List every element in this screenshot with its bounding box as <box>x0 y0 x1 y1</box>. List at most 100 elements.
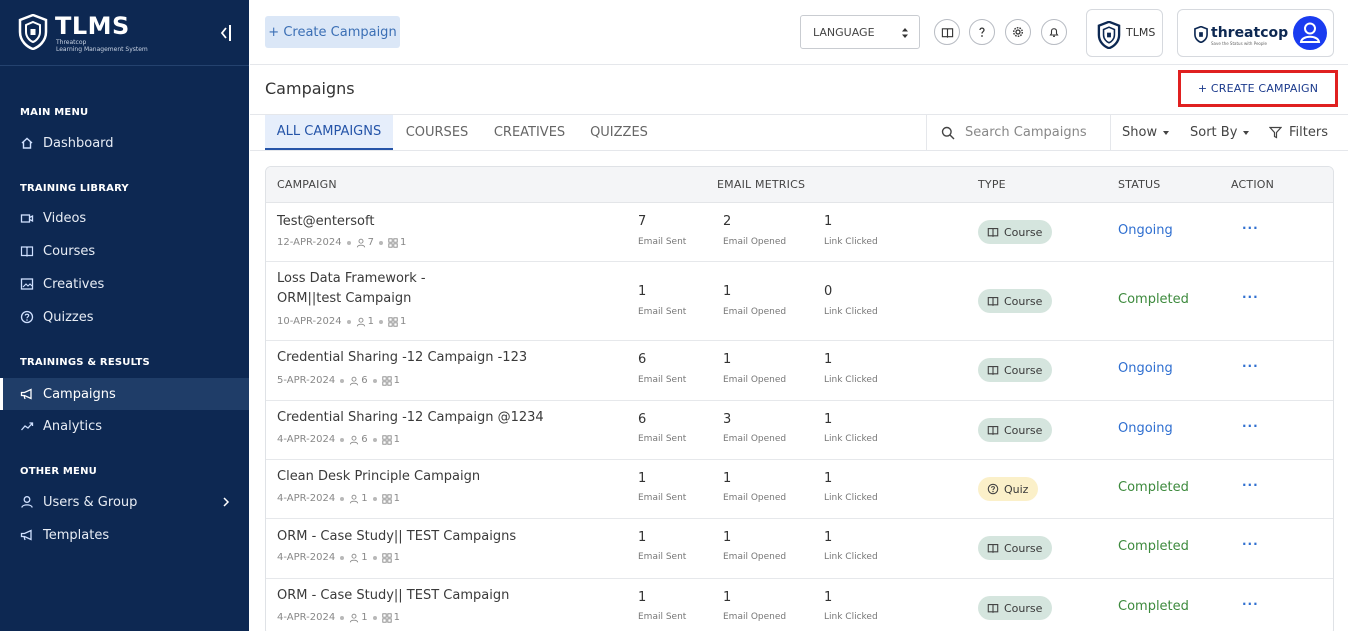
group-grid-icon <box>381 612 392 623</box>
group-count: 1 <box>399 237 407 248</box>
user-count: 1 <box>367 316 374 327</box>
avatar[interactable] <box>1293 16 1327 50</box>
campaign-name[interactable]: Clean Desk Principle Campaign <box>277 467 607 487</box>
sidebar-item-label: Courses <box>43 243 96 259</box>
user-icon <box>350 553 359 562</box>
separator-dot <box>372 555 377 560</box>
campaign-date: 10-APR-2024 <box>277 316 342 327</box>
help-button[interactable] <box>969 19 995 45</box>
sort-dropdown[interactable]: Sort By <box>1190 115 1250 150</box>
sidebar-item-quizzes[interactable]: Quizzes <box>0 301 249 333</box>
filters-button[interactable]: Filters <box>1269 115 1328 150</box>
table-row[interactable]: Loss Data Framework - ORM||test Campaign… <box>266 262 1333 341</box>
tab-courses[interactable]: COURSES <box>393 115 481 150</box>
collapse-sidebar-icon[interactable] <box>218 22 234 44</box>
table-row[interactable]: Credential Sharing -12 Campaign @1234 4-A… <box>266 401 1333 460</box>
notifications-button[interactable] <box>1041 19 1067 45</box>
email-sent-label: Email Sent <box>638 434 687 444</box>
show-dropdown[interactable]: Show <box>1122 115 1170 150</box>
sidebar-item-creatives[interactable]: Creatives <box>0 268 249 300</box>
group-count: 1 <box>393 612 400 623</box>
email-sent-value: 1 <box>638 284 647 299</box>
group-count: 1 <box>393 552 400 563</box>
row-actions-menu[interactable]: ··· <box>1242 221 1259 235</box>
table-row[interactable]: ORM - Case Study|| TEST Campaigns 4-APR-2… <box>266 519 1333 579</box>
group-count: 1 <box>393 375 400 386</box>
account-menu[interactable]: threatcop Save the Status with People <box>1177 9 1334 57</box>
campaign-name[interactable]: ORM - Case Study|| TEST Campaign <box>277 586 607 606</box>
type-badge: Quiz <box>978 477 1039 501</box>
campaign-name[interactable]: Loss Data Framework - ORM||test Campaign <box>277 269 492 309</box>
campaign-meta: 4-APR-2024 1 1 <box>277 552 400 563</box>
link-clicked-value: 1 <box>824 352 833 367</box>
filters-label: Filters <box>1289 125 1328 140</box>
caret-down-icon <box>1243 130 1250 135</box>
table-row[interactable]: Clean Desk Principle Campaign 4-APR-2024 1… <box>266 460 1333 519</box>
sidebar-item-dashboard[interactable]: Dashboard <box>0 127 249 159</box>
type-label: Course <box>1004 601 1043 615</box>
row-actions-menu[interactable]: ··· <box>1242 597 1259 611</box>
user-icon <box>350 613 359 622</box>
campaign-name[interactable]: Credential Sharing -12 Campaign @1234 <box>277 408 607 428</box>
sidebar-item-users-group[interactable]: Users & Group <box>0 486 249 518</box>
tlms-switch[interactable]: TLMS <box>1086 9 1163 57</box>
separator-dot <box>372 437 377 442</box>
language-select[interactable]: LANGUAGE <box>800 15 920 49</box>
email-sent-label: Email Sent <box>638 552 687 562</box>
group-grid-icon <box>381 552 392 563</box>
gear-icon <box>1012 26 1024 38</box>
sidebar-item-courses[interactable]: Courses <box>0 235 249 267</box>
tab-creatives[interactable]: CREATIVES <box>481 115 578 150</box>
campaign-meta: 4-APR-2024 1 1 <box>277 493 400 504</box>
row-actions-menu[interactable]: ··· <box>1242 419 1259 433</box>
question-icon <box>979 27 985 37</box>
sidebar-item-analytics[interactable]: Analytics <box>0 410 249 442</box>
email-opened-value: 1 <box>723 284 732 299</box>
link-clicked-value: 1 <box>824 471 833 486</box>
type-label: Course <box>1004 294 1043 308</box>
sidebar-item-campaigns[interactable]: Campaigns <box>0 378 249 410</box>
guide-book-button[interactable] <box>934 19 960 45</box>
group-grid-icon <box>381 375 392 386</box>
tlms-label: TLMS <box>1126 26 1156 39</box>
link-clicked-value: 1 <box>824 590 833 605</box>
campaign-meta: 12-APR-2024 7 1 <box>277 237 406 248</box>
type-badge: Course <box>978 418 1053 442</box>
table-row[interactable]: Test@entersoft 12-APR-2024 7 1 7 Email Sent 2 E… <box>266 203 1333 262</box>
group-grid-icon <box>381 434 392 445</box>
campaign-name[interactable]: Test@entersoft <box>277 212 607 232</box>
campaign-name[interactable]: Credential Sharing -12 Campaign -123 <box>277 348 607 368</box>
tab-quizzes[interactable]: QUIZZES <box>578 115 660 150</box>
book-icon <box>987 604 999 614</box>
search-input[interactable] <box>965 125 1095 140</box>
megaphone-icon <box>20 529 32 541</box>
separator-dot <box>346 319 351 324</box>
row-actions-menu[interactable]: ··· <box>1242 290 1259 304</box>
separator-dot <box>372 615 377 620</box>
campaign-meta: 4-APR-2024 6 1 <box>277 434 400 445</box>
table-row[interactable]: Credential Sharing -12 Campaign -123 5-AP… <box>266 341 1333 401</box>
create-campaign-button[interactable]: + CREATE CAMPAIGN <box>1178 70 1338 107</box>
tab-all-campaigns[interactable]: ALL CAMPAIGNS <box>265 115 393 150</box>
sidebar-item-videos[interactable]: Videos <box>0 202 249 234</box>
email-opened-value: 1 <box>723 352 732 367</box>
campaign-date: 5-APR-2024 <box>277 375 336 386</box>
type-label: Course <box>1004 423 1043 437</box>
campaign-name[interactable]: ORM - Case Study|| TEST Campaigns <box>277 527 607 547</box>
row-actions-menu[interactable]: ··· <box>1242 478 1259 492</box>
link-clicked-value: 1 <box>824 530 833 545</box>
email-sent-label: Email Sent <box>638 375 687 385</box>
sidebar-item-templates[interactable]: Templates <box>0 519 249 551</box>
tlms-shield-icon <box>1097 21 1121 49</box>
th-email-metrics: EMAIL METRICS <box>717 178 806 191</box>
email-opened-label: Email Opened <box>723 612 787 622</box>
table-row[interactable]: ORM - Case Study|| TEST Campaign 4-APR-20… <box>266 579 1333 631</box>
header-create-campaign-button[interactable]: + Create Campaign <box>265 16 400 48</box>
settings-button[interactable] <box>1005 19 1031 45</box>
brand: TLMS Threatcop Learning Management Syste… <box>0 0 249 66</box>
group-grid-icon <box>388 237 398 248</box>
trend-chart-icon <box>21 422 34 431</box>
type-badge: Course <box>978 536 1053 560</box>
row-actions-menu[interactable]: ··· <box>1242 537 1259 551</box>
row-actions-menu[interactable]: ··· <box>1242 359 1259 373</box>
